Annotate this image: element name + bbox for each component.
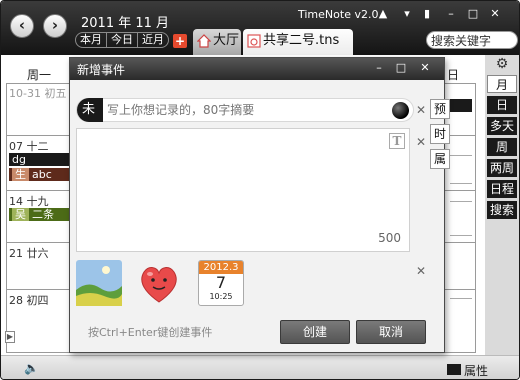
detail-textarea[interactable] bbox=[81, 133, 381, 229]
tab-preview[interactable]: 预 bbox=[430, 99, 450, 119]
dialog-maximize-icon[interactable]: □ bbox=[394, 61, 408, 75]
detail-editor: T 500 bbox=[76, 128, 410, 252]
timenote-window: ‹ › 2011 年 11 月 本月 今日 近月 + 大厅 共享二号.tns T… bbox=[0, 0, 520, 380]
day-cell-label[interactable]: 28 初四 bbox=[9, 292, 49, 308]
create-button[interactable]: 创建 bbox=[280, 320, 350, 344]
sunday-event-bar[interactable] bbox=[450, 99, 472, 112]
dialog-title-bar[interactable]: 新增事件 – □ ✕ bbox=[70, 58, 444, 80]
divider bbox=[450, 201, 472, 202]
summary-input[interactable] bbox=[107, 102, 377, 118]
status-bar: 🔈 属性 bbox=[1, 355, 519, 379]
calendar-icon-day: 7 bbox=[215, 273, 227, 292]
view-day-button[interactable]: 日 bbox=[487, 96, 517, 114]
event-owner-tag: 生 bbox=[12, 168, 29, 181]
close-icon[interactable]: ✕ bbox=[488, 7, 502, 21]
view-multi-day-button[interactable]: 多天 bbox=[487, 117, 517, 135]
weekday-monday-header: 周一 bbox=[27, 68, 52, 82]
text-format-icon[interactable]: T bbox=[389, 133, 405, 149]
char-counter: 500 bbox=[378, 231, 401, 245]
heart-emoji-icon[interactable] bbox=[136, 260, 182, 306]
day-cell-label[interactable]: 10-31 初五 bbox=[9, 85, 66, 101]
color-picker-dot[interactable] bbox=[392, 102, 409, 119]
sound-icon[interactable]: 🔈 bbox=[24, 361, 39, 375]
day-cell-label[interactable]: 07 十二 bbox=[9, 138, 49, 154]
status-badge[interactable]: 未 bbox=[77, 98, 103, 122]
day-cell-label[interactable]: 21 廿六 bbox=[9, 245, 49, 261]
clear-attachments-icon[interactable]: ✕ bbox=[416, 264, 426, 278]
view-week-button[interactable]: 周 bbox=[487, 138, 517, 156]
today-button[interactable]: 今日 bbox=[107, 33, 138, 47]
dialog-minimize-icon[interactable]: – bbox=[372, 61, 386, 75]
current-month-title: 2011 年 11 月 bbox=[81, 16, 170, 31]
shared-calendar-icon bbox=[247, 34, 261, 48]
tab-shared-file[interactable]: 共享二号.tns bbox=[243, 29, 353, 55]
new-event-dialog: 新增事件 – □ ✕ 未 ✕ 预 时 属 T 500 ✕ bbox=[69, 57, 450, 353]
calendar-date-icon[interactable]: 2012.3 7 10:25 bbox=[198, 260, 244, 306]
dialog-close-icon[interactable]: ✕ bbox=[418, 61, 432, 75]
calendar-event[interactable]: dg bbox=[9, 153, 71, 166]
calendar-icon-time: 10:25 bbox=[209, 292, 233, 301]
divider bbox=[450, 155, 472, 156]
view-month-button[interactable]: 月 bbox=[487, 75, 517, 93]
event-owner-tag: 吴 bbox=[12, 208, 29, 221]
view-search-button[interactable]: 搜索 bbox=[487, 201, 517, 219]
view-switcher: ⚙ 月 日 多天 周 两周 日程 搜索 bbox=[485, 55, 519, 355]
back-button[interactable]: ‹ bbox=[10, 14, 34, 38]
pin-icon[interactable]: ▮ bbox=[420, 7, 434, 21]
view-two-weeks-button[interactable]: 两周 bbox=[487, 159, 517, 177]
recent-months-button[interactable]: 近月 bbox=[138, 33, 168, 47]
clear-detail-icon[interactable]: ✕ bbox=[416, 135, 426, 149]
search-input[interactable] bbox=[426, 31, 518, 49]
clear-summary-icon[interactable]: ✕ bbox=[416, 103, 426, 117]
weekday-sunday-header: 日 bbox=[447, 68, 460, 82]
dialog-body: 未 ✕ 预 时 属 T 500 ✕ bbox=[70, 80, 450, 352]
tab-shared-file-label: 共享二号.tns bbox=[263, 33, 340, 48]
tab-lobby-label: 大厅 bbox=[213, 33, 240, 48]
skin-icon[interactable]: ▲ bbox=[376, 7, 390, 21]
home-icon bbox=[197, 34, 211, 48]
tab-time[interactable]: 时 bbox=[430, 124, 450, 144]
divider bbox=[475, 83, 476, 353]
tab-lobby[interactable]: 大厅 bbox=[193, 29, 241, 55]
summary-field: 未 bbox=[76, 98, 414, 122]
event-title: dg bbox=[12, 153, 26, 166]
tab-properties[interactable]: 属 bbox=[430, 149, 450, 169]
dialog-title: 新增事件 bbox=[77, 63, 126, 77]
property-button[interactable]: 属性 bbox=[464, 362, 488, 379]
range-selector: 本月 今日 近月 bbox=[75, 32, 169, 48]
maximize-icon[interactable]: □ bbox=[466, 7, 480, 21]
calendar-event[interactable]: 生 abc bbox=[9, 168, 71, 181]
minimize-icon[interactable]: – bbox=[444, 7, 458, 21]
settings-gear-icon[interactable]: ⚙ bbox=[493, 56, 511, 72]
divider bbox=[450, 235, 472, 236]
event-title: 二条 bbox=[32, 208, 54, 221]
divider bbox=[450, 183, 472, 184]
day-cell-label[interactable]: 14 十九 bbox=[9, 193, 49, 209]
this-month-button[interactable]: 本月 bbox=[76, 33, 107, 47]
calendar-event[interactable]: 吴二条 bbox=[9, 208, 71, 221]
event-title: abc bbox=[32, 168, 52, 181]
divider bbox=[450, 298, 472, 299]
add-tab-icon[interactable]: + bbox=[173, 34, 187, 48]
expand-left-icon[interactable]: ▶ bbox=[5, 331, 15, 343]
top-bar: ‹ › 2011 年 11 月 本月 今日 近月 + 大厅 共享二号.tns T… bbox=[1, 1, 519, 55]
menu-icon[interactable]: ▾ bbox=[400, 7, 414, 21]
view-schedule-button[interactable]: 日程 bbox=[487, 180, 517, 198]
shortcut-hint: 按Ctrl+Enter键创建事件 bbox=[88, 326, 213, 339]
photo-landscape-icon[interactable] bbox=[76, 260, 122, 306]
app-brand: TimeNote v2.0 bbox=[298, 8, 379, 21]
cancel-button[interactable]: 取消 bbox=[356, 320, 426, 344]
forward-button[interactable]: › bbox=[43, 14, 67, 38]
divider bbox=[6, 83, 7, 353]
property-icon bbox=[447, 364, 461, 375]
